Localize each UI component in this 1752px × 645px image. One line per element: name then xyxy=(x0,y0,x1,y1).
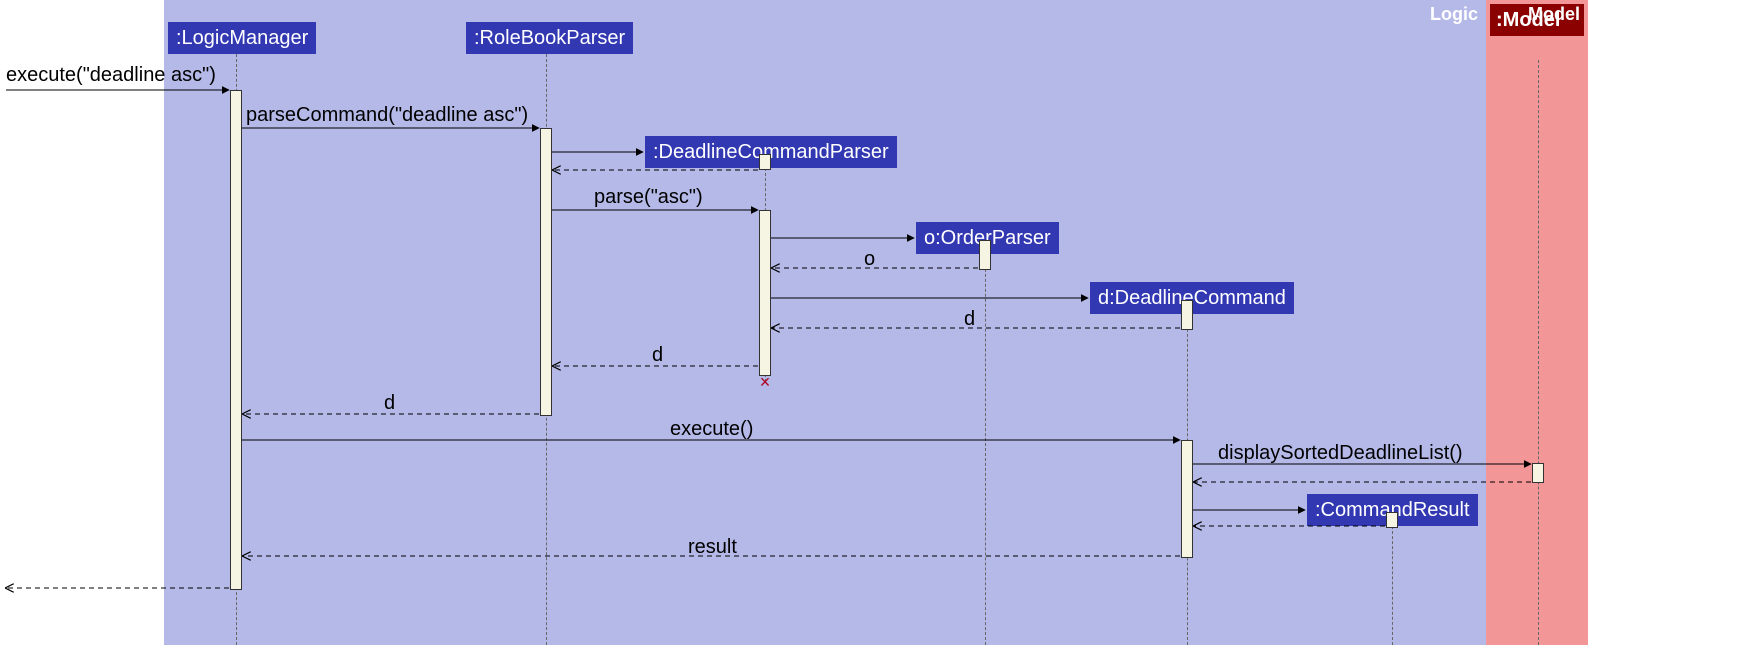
lifeline-command-result xyxy=(1392,526,1393,645)
activation-order-parser xyxy=(979,240,991,270)
frame-model: :Model Model xyxy=(1486,0,1588,645)
activation-logic-manager xyxy=(230,90,242,590)
activation-dcp-2 xyxy=(759,210,771,376)
msg-parse-command: parseCommand("deadline asc") xyxy=(246,104,528,127)
frame-logic-title: Logic xyxy=(1430,4,1478,25)
msg-return-d1: d xyxy=(964,308,975,331)
activation-deadline-cmd-1 xyxy=(1181,300,1193,330)
msg-parse-asc: parse("asc") xyxy=(594,186,703,209)
msg-return-d3: d xyxy=(384,392,395,415)
msg-result: result xyxy=(688,536,737,559)
activation-dcp-1 xyxy=(759,154,771,170)
sequence-diagram: Logic :Model Model :LogicManager :RoleBo… xyxy=(0,0,1752,645)
activation-command-result xyxy=(1386,512,1398,528)
msg-execute: execute() xyxy=(670,418,753,441)
frame-logic: Logic xyxy=(164,0,1486,645)
activation-deadline-cmd-2 xyxy=(1181,440,1193,558)
activation-rolebook-parser xyxy=(540,128,552,416)
msg-display-sorted: displaySortedDeadlineList() xyxy=(1218,442,1463,465)
msg-execute-in: execute("deadline asc") xyxy=(6,64,216,87)
head-rolebook-parser: :RoleBookParser xyxy=(466,22,633,54)
lifeline-order-parser xyxy=(985,254,986,645)
frame-model-label: Model xyxy=(1528,4,1580,25)
msg-return-o: o xyxy=(864,248,875,271)
activation-model xyxy=(1532,463,1544,483)
destroy-icon: × xyxy=(757,374,773,390)
lifeline-model xyxy=(1538,60,1539,645)
head-logic-manager: :LogicManager xyxy=(168,22,316,54)
msg-return-d2: d xyxy=(652,344,663,367)
